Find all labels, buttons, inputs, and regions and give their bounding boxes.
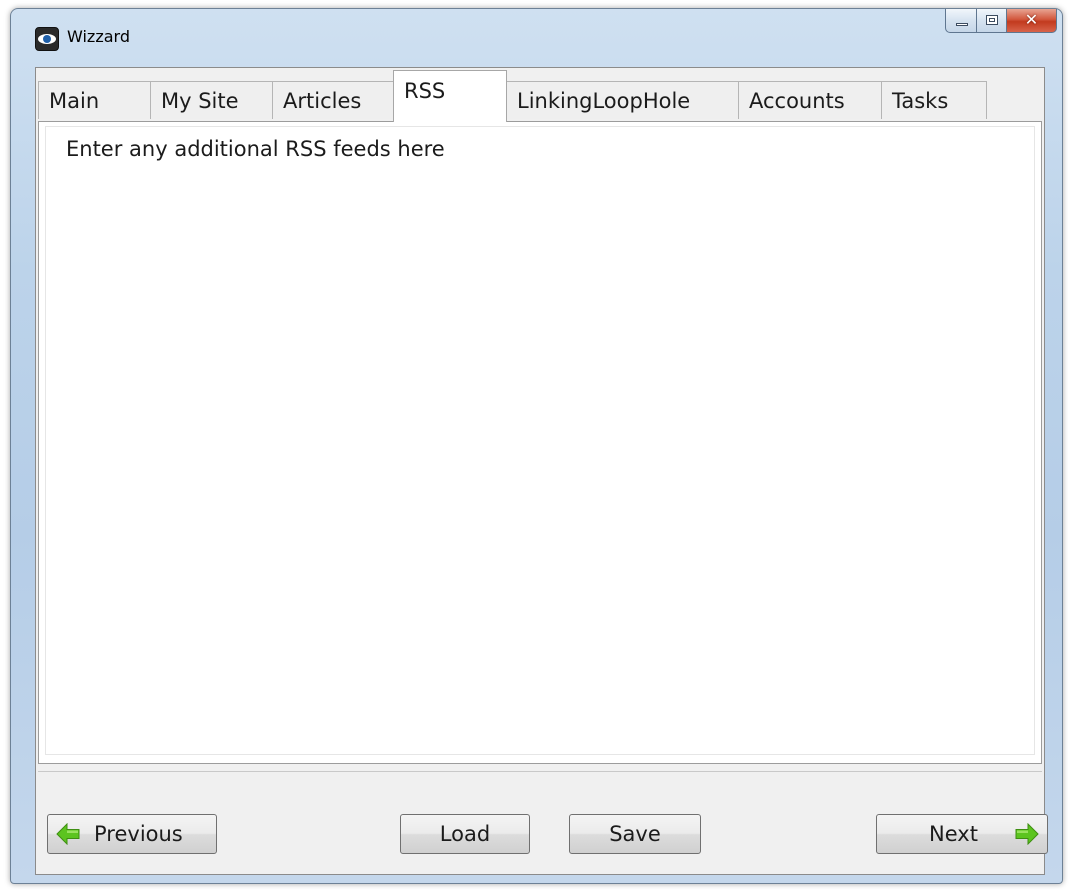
previous-button[interactable]: Previous	[47, 814, 217, 854]
next-button[interactable]: Next	[876, 814, 1048, 854]
wizzard-window: Wizzard ✕ Main My Site Articles RSS Link…	[10, 8, 1063, 884]
tab-main[interactable]: Main	[38, 81, 151, 119]
tab-tasks[interactable]: Tasks	[881, 81, 987, 119]
green-arrow-left-icon	[56, 823, 80, 845]
tab-strip: Main My Site Articles RSS LinkingLoopHol…	[38, 68, 1044, 124]
title-bar[interactable]: Wizzard ✕	[11, 9, 1062, 67]
maximize-button[interactable]	[977, 9, 1007, 33]
green-arrow-right-icon	[1015, 823, 1039, 845]
minimize-button[interactable]	[945, 9, 977, 33]
minimize-icon	[956, 23, 968, 26]
rss-feeds-area[interactable]: Enter any additional RSS feeds here	[45, 126, 1035, 755]
window-controls: ✕	[945, 9, 1057, 35]
tab-rss[interactable]: RSS	[393, 70, 507, 122]
tab-accounts[interactable]: Accounts	[738, 81, 882, 119]
next-button-label: Next	[929, 822, 978, 846]
rss-feeds-label: Enter any additional RSS feeds here	[66, 137, 445, 161]
tab-articles[interactable]: Articles	[272, 81, 394, 119]
client-area: Main My Site Articles RSS LinkingLoopHol…	[35, 67, 1048, 875]
close-icon: ✕	[1024, 10, 1039, 29]
save-button[interactable]: Save	[569, 814, 701, 854]
load-button[interactable]: Load	[400, 814, 530, 854]
tab-my-site[interactable]: My Site	[150, 81, 273, 119]
window-title: Wizzard	[67, 27, 130, 46]
button-bar: Previous Load Save Next	[38, 771, 1048, 872]
eye-icon	[35, 27, 59, 51]
previous-button-label: Previous	[94, 822, 183, 846]
rss-tab-panel: Enter any additional RSS feeds here	[38, 121, 1042, 764]
tab-linkingloophole[interactable]: LinkingLoopHole	[506, 81, 739, 119]
maximize-icon	[986, 15, 998, 25]
close-button[interactable]: ✕	[1007, 9, 1057, 33]
